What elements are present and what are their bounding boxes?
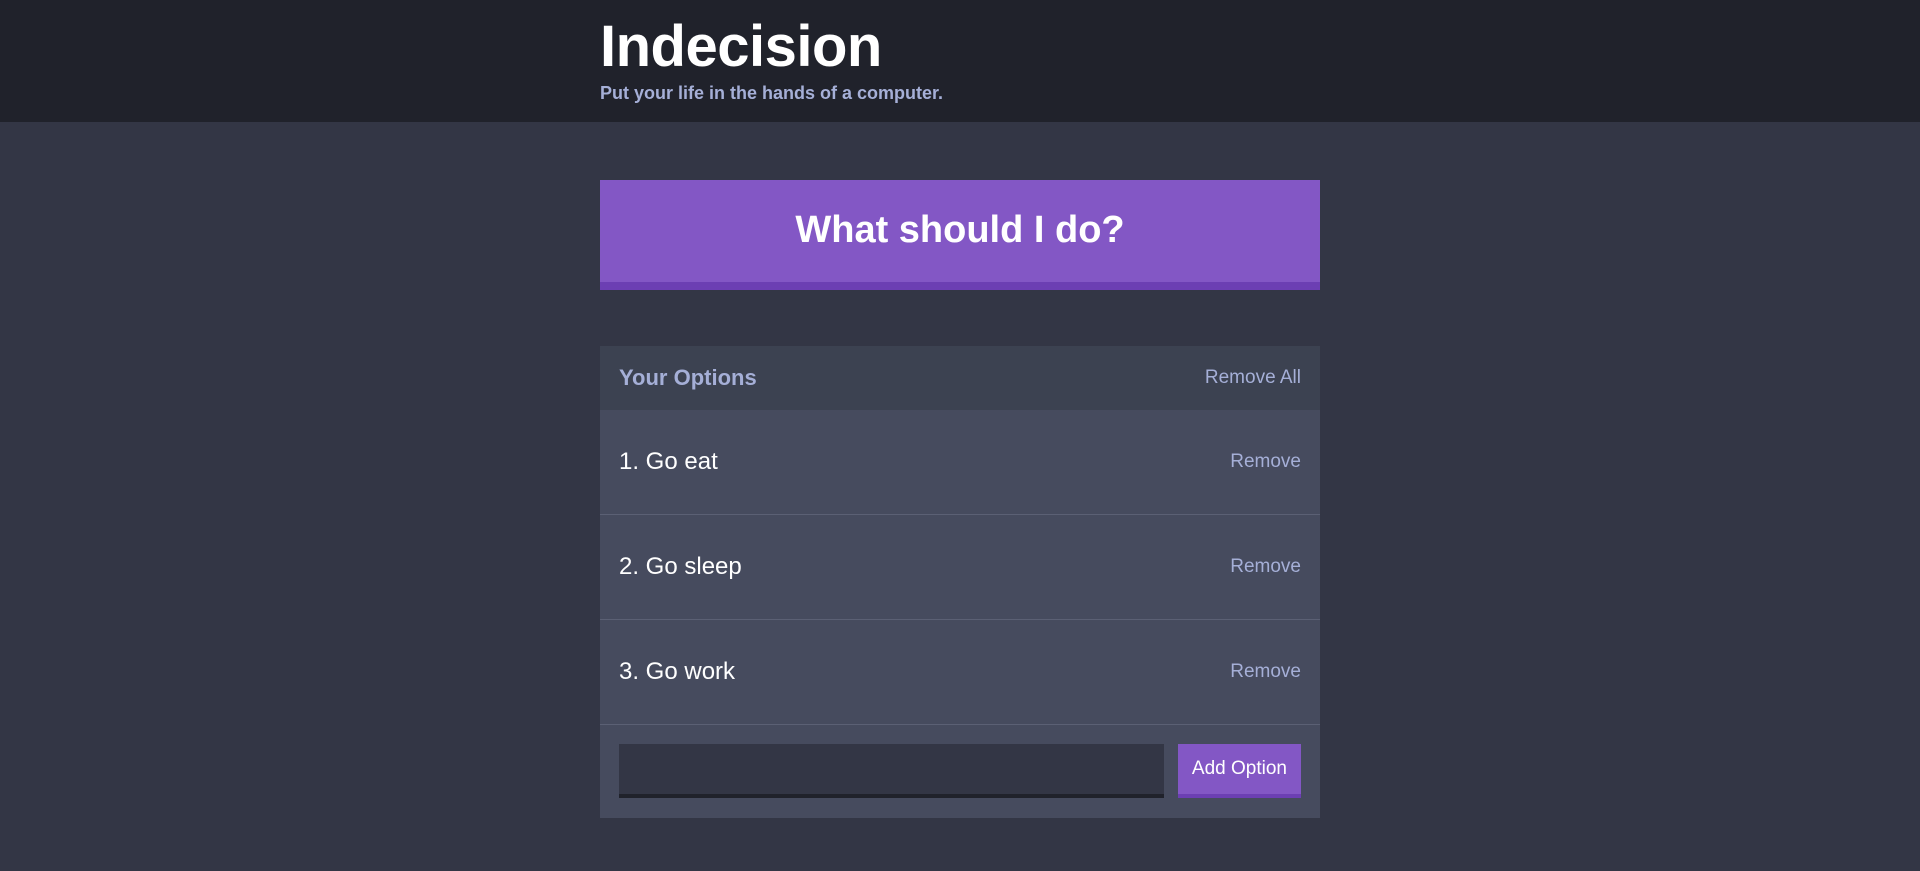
options-widget-title: Your Options: [619, 365, 757, 390]
app-header: Indecision Put your life in the hands of…: [0, 0, 1920, 122]
app-title: Indecision: [600, 14, 882, 79]
remove-option-button[interactable]: Remove: [1230, 451, 1301, 473]
option-text: 1. Go eat: [619, 448, 718, 475]
remove-option-button[interactable]: Remove: [1230, 661, 1301, 683]
add-option-input[interactable]: [619, 744, 1164, 798]
remove-all-button[interactable]: Remove All: [1205, 367, 1301, 389]
option-text: 2. Go sleep: [619, 553, 742, 580]
what-should-i-do-button[interactable]: What should I do?: [600, 180, 1320, 290]
option-text: 3. Go work: [619, 658, 736, 685]
app-subtitle: Put your life in the hands of a computer…: [600, 83, 944, 103]
add-option-button[interactable]: Add Option: [1177, 744, 1301, 798]
options-widget-header: Your Options Remove All: [600, 346, 1320, 410]
add-option-form: Add Option: [600, 725, 1320, 818]
option-item: 1. Go eat Remove: [600, 410, 1320, 515]
header-container: Indecision Put your life in the hands of…: [600, 0, 1320, 104]
options-widget: Your Options Remove All 1. Go eat Remove…: [600, 346, 1320, 818]
main-container: What should I do? Your Options Remove Al…: [600, 180, 1320, 818]
option-item: 3. Go work Remove: [600, 620, 1320, 725]
option-item: 2. Go sleep Remove: [600, 515, 1320, 620]
remove-option-button[interactable]: Remove: [1230, 556, 1301, 578]
